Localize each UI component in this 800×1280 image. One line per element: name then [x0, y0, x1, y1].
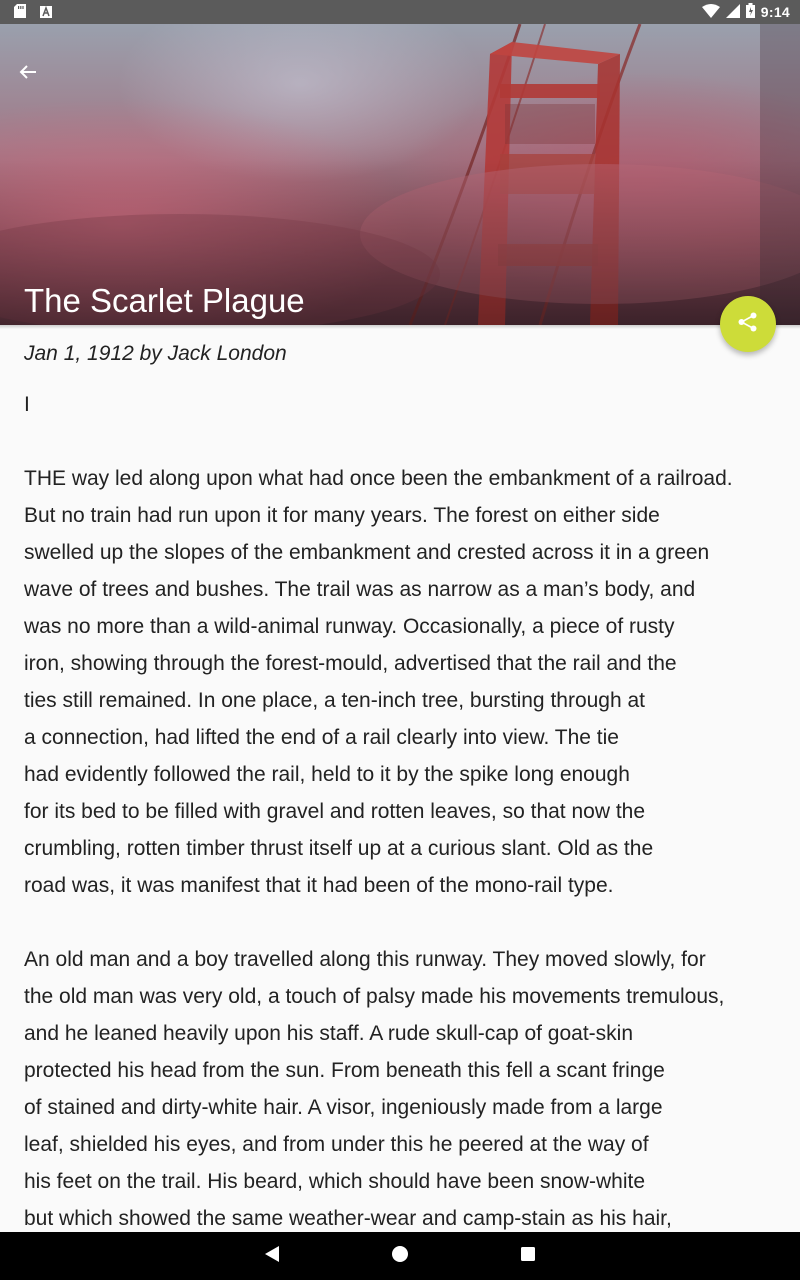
status-time: 9:14: [760, 4, 790, 20]
body-line: his feet on the trail. His beard, which …: [24, 1170, 646, 1193]
article-body: I THE way led along upon what had once b…: [24, 386, 776, 1237]
page-title: The Scarlet Plague: [24, 282, 305, 319]
article-byline: Jan 1, 1912 by Jack London: [24, 342, 287, 365]
body-line: But no train had run upon it for many ye…: [24, 504, 660, 527]
body-line: for its bed to be filled with gravel and…: [24, 800, 646, 823]
battery-icon: [745, 3, 755, 21]
keyboard-icon: [40, 5, 52, 23]
back-triangle-icon: [264, 1245, 280, 1268]
body-line: wave of trees and bushes. The trail was …: [24, 578, 696, 601]
recents-square-icon: [520, 1246, 536, 1267]
header-image: The Scarlet Plague: [0, 24, 800, 325]
share-button[interactable]: [720, 296, 776, 352]
sd-card-icon: [14, 4, 26, 23]
body-line: protected his head from the sun. From be…: [24, 1059, 665, 1082]
navigation-bar: [0, 1232, 800, 1280]
body-line: had evidently followed the rail, held to…: [24, 763, 630, 786]
body-line: iron, showing through the forest-mould, …: [24, 652, 677, 675]
header-shadow: [0, 325, 800, 329]
body-line: leaf, shielded his eyes, and from under …: [24, 1133, 649, 1156]
bridge-illustration: [0, 24, 800, 325]
body-line: ties still remained. In one place, a ten…: [24, 689, 646, 712]
body-line: THE way led along upon what had once bee…: [24, 467, 733, 490]
back-button[interactable]: [18, 62, 54, 98]
share-icon: [737, 311, 759, 338]
nav-recents-button[interactable]: [516, 1244, 540, 1268]
body-line: swelled up the slopes of the embankment …: [24, 541, 710, 564]
body-line: of stained and dirty-white hair. A visor…: [24, 1096, 663, 1119]
status-bar: 9:14: [0, 0, 800, 24]
body-line: a connection, had lifted the end of a ra…: [24, 726, 619, 749]
home-circle-icon: [391, 1245, 409, 1268]
nav-home-button[interactable]: [388, 1244, 412, 1268]
body-line: and he leaned heavily upon his staff. A …: [24, 1022, 634, 1045]
chapter-heading: I: [24, 393, 30, 416]
body-line: crumbling, rotten timber thrust itself u…: [24, 837, 654, 860]
wifi-icon: [701, 3, 720, 21]
body-line: the old man was very old, a touch of pal…: [24, 985, 725, 1008]
body-line: road was, it was manifest that it had be…: [24, 874, 614, 897]
body-line: An old man and a boy travelled along thi…: [24, 948, 706, 971]
signal-icon: [725, 3, 740, 21]
body-line: was no more than a wild-animal runway. O…: [24, 615, 675, 638]
nav-back-button[interactable]: [260, 1244, 284, 1268]
